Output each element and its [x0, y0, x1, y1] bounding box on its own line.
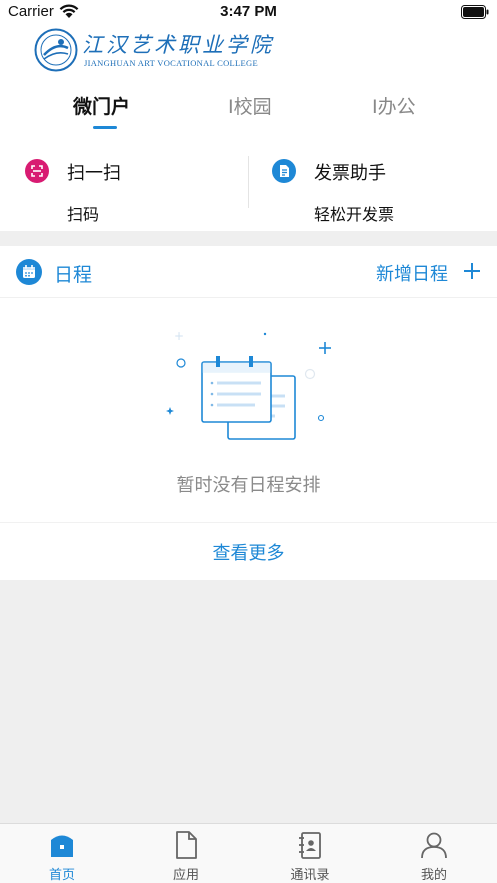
- svg-text:+: +: [174, 329, 184, 343]
- portal-tabs: 微门户 I校园 I办公: [0, 90, 497, 134]
- invoice-subtitle: 轻松开发票: [314, 205, 395, 224]
- schedule-header: 日程 新增日程: [0, 246, 497, 298]
- invoice-action[interactable]: 发票助手 轻松开发票: [272, 156, 472, 226]
- logo-english-name: JIANGHUAN ART VOCATIONAL COLLEGE: [84, 58, 258, 68]
- quick-divider: [248, 156, 249, 208]
- nav-item-home[interactable]: 首页: [0, 824, 124, 883]
- nav-label-home: 首页: [48, 868, 75, 883]
- quick-actions: 扫一扫 扫码 发票助手 轻松开发票: [0, 156, 497, 226]
- invoice-title: 发票助手: [314, 163, 386, 184]
- scan-icon: [25, 159, 49, 183]
- home-icon: [51, 835, 73, 857]
- nav-label-contacts: 通讯录: [290, 868, 330, 883]
- empty-schedule-illustration: +: [166, 329, 331, 440]
- invoice-icon: [272, 159, 296, 183]
- status-bar: Carrier 3:47 PM: [0, 0, 497, 26]
- battery-icon: [461, 5, 489, 19]
- tab-campus[interactable]: I校园: [228, 92, 272, 119]
- calendar-icon: [16, 259, 42, 285]
- user-icon: [421, 832, 447, 859]
- view-more-link[interactable]: 查看更多: [0, 539, 497, 565]
- contacts-icon: [299, 832, 321, 859]
- active-tab-indicator: [93, 126, 117, 129]
- scan-subtitle: 扫码: [67, 205, 100, 224]
- add-schedule-button[interactable]: 新增日程: [376, 260, 448, 286]
- document-icon: [176, 831, 197, 859]
- college-logo: 江汉艺术职业学院 JIANGHUAN ART VOCATIONAL COLLEG…: [34, 28, 284, 72]
- plus-icon[interactable]: [463, 262, 481, 280]
- scan-action[interactable]: 扫一扫 扫码: [25, 156, 225, 226]
- bottom-tab-bar: 首页 应用 通讯录 我的: [0, 823, 497, 883]
- tab-wei-portal[interactable]: 微门户: [73, 92, 130, 119]
- top-area: 江汉艺术职业学院 JIANGHUAN ART VOCATIONAL COLLEG…: [0, 26, 497, 231]
- schedule-card: 日程 新增日程 + 暂时没有日程安排 查看更多: [0, 246, 497, 580]
- college-emblem-icon: [34, 28, 78, 72]
- divider: [0, 522, 497, 523]
- nav-label-profile: 我的: [420, 868, 447, 883]
- schedule-title: 日程: [54, 264, 93, 286]
- status-time: 3:47 PM: [220, 3, 277, 20]
- nav-label-apps: 应用: [172, 868, 199, 883]
- nav-item-apps[interactable]: 应用: [124, 824, 248, 883]
- scan-title: 扫一扫: [67, 163, 121, 184]
- empty-schedule-text: 暂时没有日程安排: [176, 475, 321, 496]
- nav-item-profile[interactable]: 我的: [372, 824, 496, 883]
- tab-office[interactable]: I办公: [372, 92, 416, 119]
- nav-item-contacts[interactable]: 通讯录: [248, 824, 372, 883]
- logo-chinese-name: 江汉艺术职业学院: [82, 33, 274, 57]
